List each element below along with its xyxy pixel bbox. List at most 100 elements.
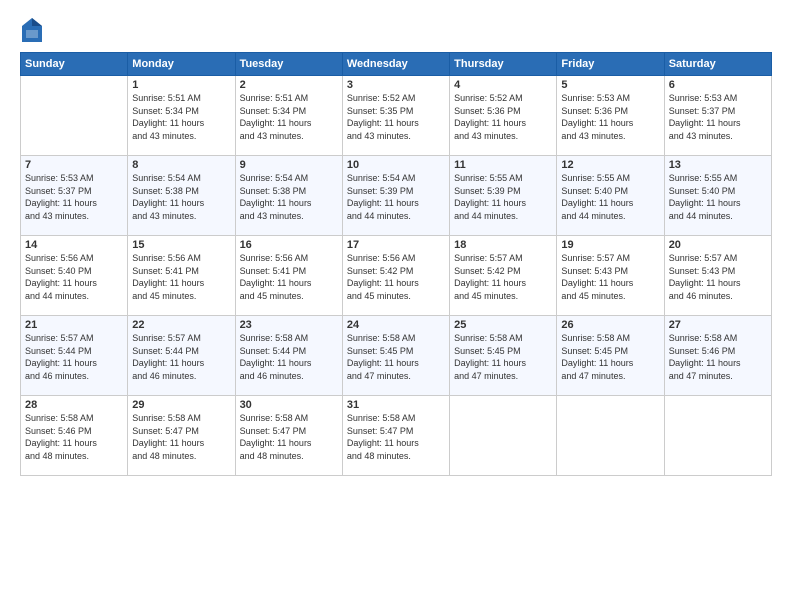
day-cell: 23Sunrise: 5:58 AM Sunset: 5:44 PM Dayli… bbox=[235, 316, 342, 396]
day-cell bbox=[664, 396, 771, 476]
logo bbox=[20, 16, 48, 44]
day-cell: 31Sunrise: 5:58 AM Sunset: 5:47 PM Dayli… bbox=[342, 396, 449, 476]
day-number: 12 bbox=[561, 159, 659, 171]
day-number: 23 bbox=[240, 319, 338, 331]
day-info: Sunrise: 5:53 AM Sunset: 5:37 PM Dayligh… bbox=[25, 172, 123, 222]
day-cell: 8Sunrise: 5:54 AM Sunset: 5:38 PM Daylig… bbox=[128, 156, 235, 236]
day-info: Sunrise: 5:58 AM Sunset: 5:47 PM Dayligh… bbox=[240, 412, 338, 462]
header bbox=[20, 16, 772, 44]
day-info: Sunrise: 5:58 AM Sunset: 5:47 PM Dayligh… bbox=[347, 412, 445, 462]
day-cell: 25Sunrise: 5:58 AM Sunset: 5:45 PM Dayli… bbox=[450, 316, 557, 396]
day-number: 20 bbox=[669, 239, 767, 251]
page: SundayMondayTuesdayWednesdayThursdayFrid… bbox=[0, 0, 792, 612]
day-cell: 11Sunrise: 5:55 AM Sunset: 5:39 PM Dayli… bbox=[450, 156, 557, 236]
day-number: 5 bbox=[561, 79, 659, 91]
day-number: 28 bbox=[25, 399, 123, 411]
day-info: Sunrise: 5:51 AM Sunset: 5:34 PM Dayligh… bbox=[240, 92, 338, 142]
day-cell: 15Sunrise: 5:56 AM Sunset: 5:41 PM Dayli… bbox=[128, 236, 235, 316]
day-number: 18 bbox=[454, 239, 552, 251]
day-info: Sunrise: 5:54 AM Sunset: 5:39 PM Dayligh… bbox=[347, 172, 445, 222]
day-info: Sunrise: 5:55 AM Sunset: 5:39 PM Dayligh… bbox=[454, 172, 552, 222]
header-cell-sunday: Sunday bbox=[21, 53, 128, 76]
header-cell-saturday: Saturday bbox=[664, 53, 771, 76]
day-cell: 6Sunrise: 5:53 AM Sunset: 5:37 PM Daylig… bbox=[664, 76, 771, 156]
week-row-4: 21 Sunrise: 5:57 AM Sunset: 5:44 PM Dayli… bbox=[21, 316, 772, 396]
day-info: Sunrise: 5:52 AM Sunset: 5:36 PM Dayligh… bbox=[454, 92, 552, 142]
day-info: Sunrise: 5:57 AM Sunset: 5:44 PM Dayligh… bbox=[132, 332, 230, 382]
day-number: 10 bbox=[347, 159, 445, 171]
day-cell: 13Sunrise: 5:55 AM Sunset: 5:40 PM Dayli… bbox=[664, 156, 771, 236]
day-cell: 20Sunrise: 5:57 AM Sunset: 5:43 PM Dayli… bbox=[664, 236, 771, 316]
day-number: 4 bbox=[454, 79, 552, 91]
day-number: 24 bbox=[347, 319, 445, 331]
day-number: 9 bbox=[240, 159, 338, 171]
day-info: Sunrise: 5:55 AM Sunset: 5:40 PM Dayligh… bbox=[669, 172, 767, 222]
day-cell: 14Sunrise: 5:56 AM Sunset: 5:40 PM Dayli… bbox=[21, 236, 128, 316]
day-cell: 26Sunrise: 5:58 AM Sunset: 5:45 PM Dayli… bbox=[557, 316, 664, 396]
day-cell: 1Sunrise: 5:51 AM Sunset: 5:34 PM Daylig… bbox=[128, 76, 235, 156]
day-info: Sunrise: 5:53 AM Sunset: 5:36 PM Dayligh… bbox=[561, 92, 659, 142]
day-cell: 24Sunrise: 5:58 AM Sunset: 5:45 PM Dayli… bbox=[342, 316, 449, 396]
day-cell: 30Sunrise: 5:58 AM Sunset: 5:47 PM Dayli… bbox=[235, 396, 342, 476]
week-row-2: 7Sunrise: 5:53 AM Sunset: 5:37 PM Daylig… bbox=[21, 156, 772, 236]
calendar-table: SundayMondayTuesdayWednesdayThursdayFrid… bbox=[20, 52, 772, 476]
day-cell: 18Sunrise: 5:57 AM Sunset: 5:42 PM Dayli… bbox=[450, 236, 557, 316]
day-info: Sunrise: 5:58 AM Sunset: 5:46 PM Dayligh… bbox=[25, 412, 123, 462]
day-info: Sunrise: 5:57 AM Sunset: 5:42 PM Dayligh… bbox=[454, 252, 552, 302]
day-number: 2 bbox=[240, 79, 338, 91]
day-cell bbox=[21, 76, 128, 156]
day-cell: 4Sunrise: 5:52 AM Sunset: 5:36 PM Daylig… bbox=[450, 76, 557, 156]
day-cell: 16Sunrise: 5:56 AM Sunset: 5:41 PM Dayli… bbox=[235, 236, 342, 316]
day-cell bbox=[450, 396, 557, 476]
day-number: 17 bbox=[347, 239, 445, 251]
day-number: 11 bbox=[454, 159, 552, 171]
day-number: 16 bbox=[240, 239, 338, 251]
day-cell: 5Sunrise: 5:53 AM Sunset: 5:36 PM Daylig… bbox=[557, 76, 664, 156]
calendar-body: 1 Sunrise: 5:51 AM Sunset: 5:34 PM Daylig… bbox=[21, 76, 772, 476]
day-number: 13 bbox=[669, 159, 767, 171]
day-number: 21 bbox=[25, 319, 123, 331]
day-number: 29 bbox=[132, 399, 230, 411]
header-cell-friday: Friday bbox=[557, 53, 664, 76]
day-number: 6 bbox=[669, 79, 767, 91]
day-cell: 12Sunrise: 5:55 AM Sunset: 5:40 PM Dayli… bbox=[557, 156, 664, 236]
day-cell: 27Sunrise: 5:58 AM Sunset: 5:46 PM Dayli… bbox=[664, 316, 771, 396]
header-cell-thursday: Thursday bbox=[450, 53, 557, 76]
day-info: Sunrise: 5:56 AM Sunset: 5:41 PM Dayligh… bbox=[132, 252, 230, 302]
day-cell: 7Sunrise: 5:53 AM Sunset: 5:37 PM Daylig… bbox=[21, 156, 128, 236]
day-info: Sunrise: 5:55 AM Sunset: 5:40 PM Dayligh… bbox=[561, 172, 659, 222]
week-row-5: 28Sunrise: 5:58 AM Sunset: 5:46 PM Dayli… bbox=[21, 396, 772, 476]
day-number: 25 bbox=[454, 319, 552, 331]
week-row-3: 14Sunrise: 5:56 AM Sunset: 5:40 PM Dayli… bbox=[21, 236, 772, 316]
day-number: 14 bbox=[25, 239, 123, 251]
day-cell bbox=[557, 396, 664, 476]
calendar-header: SundayMondayTuesdayWednesdayThursdayFrid… bbox=[21, 53, 772, 76]
day-cell: 10Sunrise: 5:54 AM Sunset: 5:39 PM Dayli… bbox=[342, 156, 449, 236]
header-row: SundayMondayTuesdayWednesdayThursdayFrid… bbox=[21, 53, 772, 76]
header-cell-tuesday: Tuesday bbox=[235, 53, 342, 76]
day-cell: 17Sunrise: 5:56 AM Sunset: 5:42 PM Dayli… bbox=[342, 236, 449, 316]
day-cell: 22Sunrise: 5:57 AM Sunset: 5:44 PM Dayli… bbox=[128, 316, 235, 396]
day-info: Sunrise: 5:54 AM Sunset: 5:38 PM Dayligh… bbox=[240, 172, 338, 222]
day-info: Sunrise: 5:58 AM Sunset: 5:46 PM Dayligh… bbox=[669, 332, 767, 382]
header-cell-monday: Monday bbox=[128, 53, 235, 76]
day-info: Sunrise: 5:58 AM Sunset: 5:44 PM Dayligh… bbox=[240, 332, 338, 382]
day-number: 31 bbox=[347, 399, 445, 411]
day-info: Sunrise: 5:58 AM Sunset: 5:47 PM Dayligh… bbox=[132, 412, 230, 462]
day-number: 27 bbox=[669, 319, 767, 331]
day-info: Sunrise: 5:58 AM Sunset: 5:45 PM Dayligh… bbox=[561, 332, 659, 382]
day-cell: 21Sunrise: 5:57 AM Sunset: 5:44 PM Dayli… bbox=[21, 316, 128, 396]
day-cell: 3Sunrise: 5:52 AM Sunset: 5:35 PM Daylig… bbox=[342, 76, 449, 156]
logo-icon bbox=[20, 16, 44, 44]
day-cell: 19Sunrise: 5:57 AM Sunset: 5:43 PM Dayli… bbox=[557, 236, 664, 316]
day-cell: 28Sunrise: 5:58 AM Sunset: 5:46 PM Dayli… bbox=[21, 396, 128, 476]
day-info: Sunrise: 5:56 AM Sunset: 5:40 PM Dayligh… bbox=[25, 252, 123, 302]
day-info: Sunrise: 5:54 AM Sunset: 5:38 PM Dayligh… bbox=[132, 172, 230, 222]
day-number: 26 bbox=[561, 319, 659, 331]
day-info: Sunrise: 5:57 AM Sunset: 5:43 PM Dayligh… bbox=[669, 252, 767, 302]
header-cell-wednesday: Wednesday bbox=[342, 53, 449, 76]
day-info: Sunrise: 5:57 AM Sunset: 5:43 PM Dayligh… bbox=[561, 252, 659, 302]
day-info: Sunrise: 5:56 AM Sunset: 5:42 PM Dayligh… bbox=[347, 252, 445, 302]
day-number: 19 bbox=[561, 239, 659, 251]
day-number: 1 bbox=[132, 79, 230, 91]
